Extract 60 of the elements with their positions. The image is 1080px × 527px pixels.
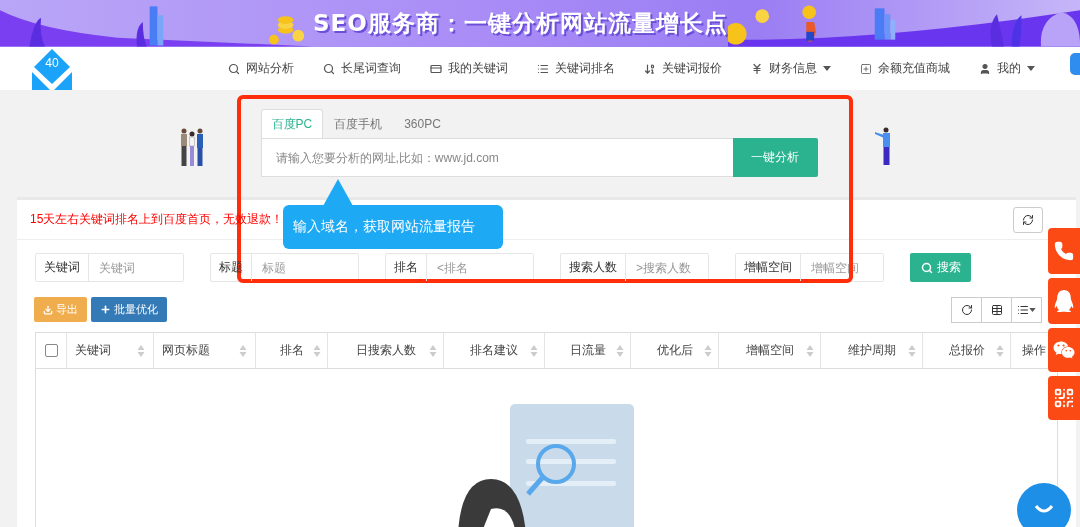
column-header: 操作	[1022, 342, 1046, 359]
columns-button[interactable]	[1011, 297, 1042, 323]
refresh-button[interactable]	[1013, 206, 1043, 233]
people-illustration	[178, 128, 205, 168]
table-view-button[interactable]	[981, 297, 1012, 323]
nav-link[interactable]: 余额充值商城	[860, 60, 950, 77]
caret-icon	[1029, 308, 1036, 312]
sort-icon	[644, 62, 656, 75]
phone-button[interactable]	[1048, 228, 1080, 274]
reload-button[interactable]	[951, 297, 982, 323]
column-header: 排名	[279, 342, 304, 359]
column-header: 关键词	[75, 342, 111, 359]
chat-bubbles-icon	[1053, 339, 1075, 361]
user-icon	[979, 62, 991, 75]
qr-code-button[interactable]	[1048, 376, 1080, 420]
filter-field[interactable]: 关键词 关键词	[35, 253, 184, 282]
column-header: 排名建议	[470, 342, 518, 359]
search-icon	[228, 62, 240, 75]
nav-link[interactable]: 网站分析	[228, 60, 294, 77]
phone-icon	[1054, 241, 1074, 261]
table-icon	[990, 304, 1003, 316]
column-header: 维护周期	[847, 342, 896, 359]
nav-link[interactable]: 财务信息	[751, 60, 831, 77]
column-header: 网页标题	[162, 342, 210, 359]
list-icon	[537, 62, 549, 75]
qr-code-icon	[1053, 387, 1075, 409]
plus-square-icon	[860, 62, 872, 75]
download-icon	[43, 304, 53, 315]
refresh-icon	[1022, 213, 1034, 226]
column-header: 总报价	[948, 342, 985, 359]
list-icon	[1017, 304, 1029, 316]
penguin-button[interactable]	[1048, 278, 1080, 324]
search-icon	[920, 261, 933, 274]
tooltip-arrow	[322, 179, 353, 206]
nav-link[interactable]: 我的关键词	[430, 60, 508, 77]
search-icon	[323, 62, 335, 75]
batch-button[interactable]: 批量优化	[91, 297, 167, 322]
nav-link[interactable]: 关键词报价	[644, 60, 722, 77]
column-header: 增幅空间	[745, 342, 794, 359]
reload-icon	[960, 304, 973, 316]
nav-link[interactable]: 关键词排名	[537, 60, 615, 77]
yen-icon	[751, 62, 763, 75]
nav-link[interactable]: 长尾词查询	[323, 60, 401, 77]
filter-field[interactable]: 搜索人数 >搜索人数	[560, 253, 709, 282]
penguin-icon	[1053, 290, 1075, 312]
column-header: 优化后	[656, 342, 693, 359]
logo-text: 40	[44, 56, 60, 70]
plus-icon	[100, 304, 111, 315]
nav-link[interactable]: 我的	[979, 60, 1035, 77]
column-header: 日搜索人数	[355, 342, 416, 359]
filter-field[interactable]: 排名 <排名	[385, 253, 534, 282]
card-icon	[430, 62, 442, 75]
chat-bubbles-button[interactable]	[1048, 328, 1080, 372]
engine-tab[interactable]: 360PC	[393, 109, 452, 138]
engine-tab[interactable]: 百度手机	[323, 109, 394, 138]
url-input[interactable]: 请输入您要分析的网址,比如：www.jd.com	[260, 138, 733, 177]
column-header: 日流量	[569, 342, 606, 359]
banner-title: SEO服务商：一键分析网站流量增长点	[313, 9, 728, 38]
select-all-checkbox[interactable]	[44, 344, 58, 357]
logo-icon[interactable]	[30, 47, 74, 90]
